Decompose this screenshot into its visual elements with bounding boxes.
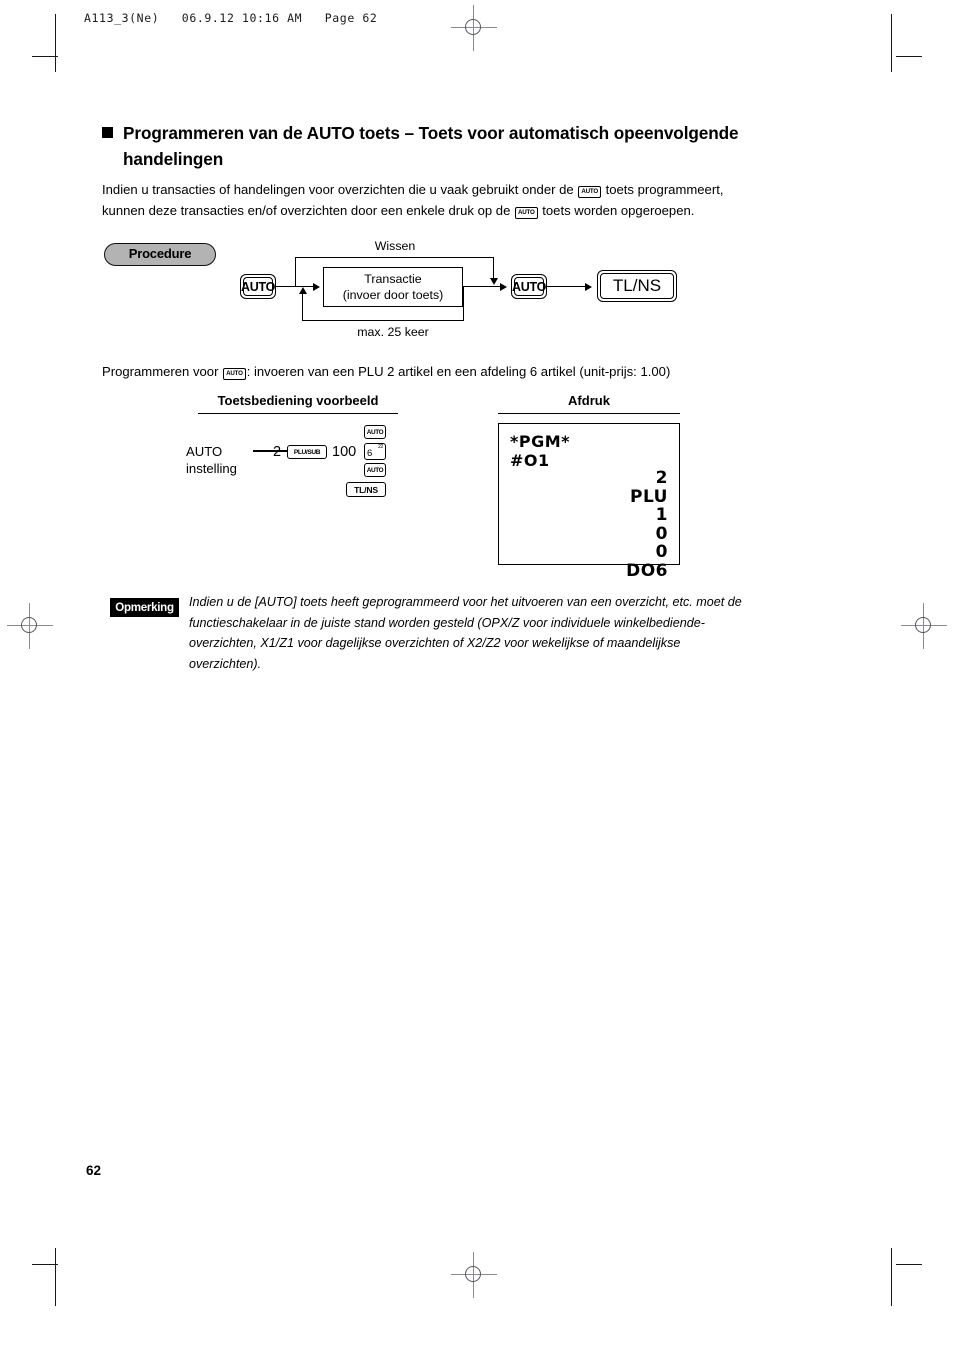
crop-mark-top-right-horizontal <box>896 56 922 57</box>
receipt-body-lines: 2 PLU 1 0 0 DO6 <box>626 469 668 580</box>
flow-arrow-into-auto-end <box>500 282 507 291</box>
flow-label-max-repeat: max. 25 keer <box>357 325 429 339</box>
flow-tlns-key-label: TL/NS <box>600 273 674 299</box>
crop-mark-top-right-vertical <box>891 14 892 72</box>
crop-mark-top-left-vertical <box>55 14 56 72</box>
note-line-4: overzichten). <box>189 656 262 671</box>
receipt-line-number: #O1 <box>510 451 550 470</box>
key-operation-label-line-1: AUTO <box>186 444 223 459</box>
auto-key-icon: AUTO <box>578 186 601 198</box>
flow-loop-bottom <box>302 320 464 322</box>
page-title-line-1: Programmeren van de AUTO toets – Toets v… <box>102 120 862 146</box>
document-page: A113_3(Ne) 06.9.12 10:16 AM Page 62 Prog… <box>0 0 954 1351</box>
flow-arrow-clear-down <box>490 278 498 285</box>
receipt-body-line: 0 <box>655 523 668 544</box>
note-line-1: Indien u de [AUTO] toets heeft geprogram… <box>189 595 742 609</box>
flow-connector-to-auto-end <box>463 286 502 288</box>
key-operation-arrow-line <box>253 450 290 452</box>
flow-arrow-into-transaction <box>313 282 320 291</box>
intro-text-4: toets worden opgeroepen. <box>538 202 695 218</box>
department-key-superscript: 22 <box>378 444 383 450</box>
crop-mark-bottom-right-horizontal <box>896 1264 922 1265</box>
receipt-body-line: 1 <box>655 505 668 525</box>
key-operation-label: AUTO instelling <box>186 443 237 477</box>
flow-clear-left-riser <box>295 257 297 287</box>
flow-arrow-loop-up <box>299 287 307 294</box>
intro-paragraph: Indien u transacties of handelingen voor… <box>102 180 872 221</box>
auto-key-icon: AUTO <box>223 368 246 380</box>
registration-mark-circle <box>21 617 37 633</box>
receipt-body-line: 0 <box>655 542 668 562</box>
note-line-3: overzichten, X1/Z1 voor dagelijkse overz… <box>189 636 681 650</box>
flow-loop-right-dropper <box>463 287 465 321</box>
flow-label-clear: Wissen <box>374 239 416 253</box>
flow-auto-key-start: AUTO <box>240 274 276 299</box>
auto-key-icon-bottom: AUTO <box>364 463 386 477</box>
page-title: Programmeren van de AUTO toets – Toets v… <box>102 120 862 172</box>
receipt-header-lines: *PGM* #O1 <box>510 432 570 470</box>
crop-mark-bottom-left-vertical <box>55 1248 56 1306</box>
key-operation-plu-number: 2 <box>273 444 282 460</box>
note-badge: Opmerking <box>110 598 179 617</box>
receipt-printout: *PGM* #O1 2 PLU 1 0 0 DO6 <box>498 423 680 580</box>
plusub-key-icon: PLU/SUB <box>287 445 327 459</box>
flow-clear-right-dropper <box>493 257 495 280</box>
receipt-body-line: DO6 <box>626 560 668 581</box>
intro-text-3: kunnen deze transacties en/of overzichte… <box>102 202 514 218</box>
flow-loop-left-riser <box>302 293 304 321</box>
registration-mark-circle <box>465 1266 481 1282</box>
square-bullet-icon <box>102 127 113 138</box>
intro-text-2: toets programmeert, <box>601 182 724 197</box>
flow-connector-to-tlns <box>547 286 586 288</box>
page-title-text-1: Programmeren van de AUTO toets – Toets v… <box>123 123 739 143</box>
key-operation-heading: Toetsbediening voorbeeld <box>198 393 398 414</box>
crop-mark-bottom-left-horizontal <box>32 1264 58 1265</box>
receipt-body-line: PLU <box>630 486 668 507</box>
registration-mark-circle <box>915 617 931 633</box>
registration-mark-top <box>451 5 497 51</box>
intro-text-1: Indien u transacties of handelingen voor… <box>102 182 578 197</box>
key-operation-price-number: 100 <box>332 444 357 460</box>
program-for-line: Programmeren voor AUTO: invoeren van een… <box>102 362 670 382</box>
registration-mark-left <box>7 603 53 649</box>
flow-transaction-line-2: (invoer door toets) <box>342 288 444 302</box>
flow-transaction-line-1: Transactie <box>364 272 422 286</box>
file-header: A113_3(Ne) 06.9.12 10:16 AM Page 62 <box>84 11 378 25</box>
procedure-flow-diagram: AUTO Transactie (invoer door toets) Wiss… <box>240 239 677 343</box>
department-6-key-icon: 6 22 <box>364 443 386 460</box>
note-line-2: functieschakelaar in de juiste stand wor… <box>189 615 705 630</box>
auto-key-icon-top: AUTO <box>364 425 386 439</box>
flow-auto-key-end-label: AUTO <box>512 277 546 296</box>
note-text: Indien u de [AUTO] toets heeft geprogram… <box>189 592 829 674</box>
registration-mark-right <box>901 603 947 649</box>
department-key-number: 6 <box>367 448 372 459</box>
flow-clear-top <box>295 257 494 259</box>
flow-transaction-box: Transactie (invoer door toets) <box>323 267 463 307</box>
flow-auto-key-start-label: AUTO <box>241 277 275 296</box>
key-operation-example: AUTO instelling 2 PLU/SUB 100 AUTO 6 22 … <box>186 425 416 513</box>
flow-arrow-into-tlns <box>585 282 592 291</box>
page-title-line-2: handelingen <box>123 149 224 169</box>
page-number: 62 <box>86 1163 102 1178</box>
receipt-body-line: 2 <box>655 468 668 488</box>
procedure-badge: Procedure <box>104 243 216 266</box>
auto-key-icon: AUTO <box>515 206 538 219</box>
tlns-key-icon: TL/NS <box>346 482 386 497</box>
program-for-prefix: Programmeren voor <box>102 364 223 379</box>
flow-tlns-key: TL/NS <box>597 270 677 302</box>
key-operation-label-line-2: instelling <box>186 461 237 476</box>
flow-auto-key-end: AUTO <box>511 274 547 299</box>
crop-mark-bottom-right-vertical <box>891 1248 892 1306</box>
receipt-line-pgm: *PGM* <box>510 432 571 451</box>
registration-mark-circle <box>465 19 481 35</box>
crop-mark-top-left-horizontal <box>32 56 58 57</box>
registration-mark-bottom <box>451 1252 497 1298</box>
program-for-suffix: : invoeren van een PLU 2 artikel en een … <box>246 364 671 379</box>
print-heading: Afdruk <box>498 393 680 414</box>
